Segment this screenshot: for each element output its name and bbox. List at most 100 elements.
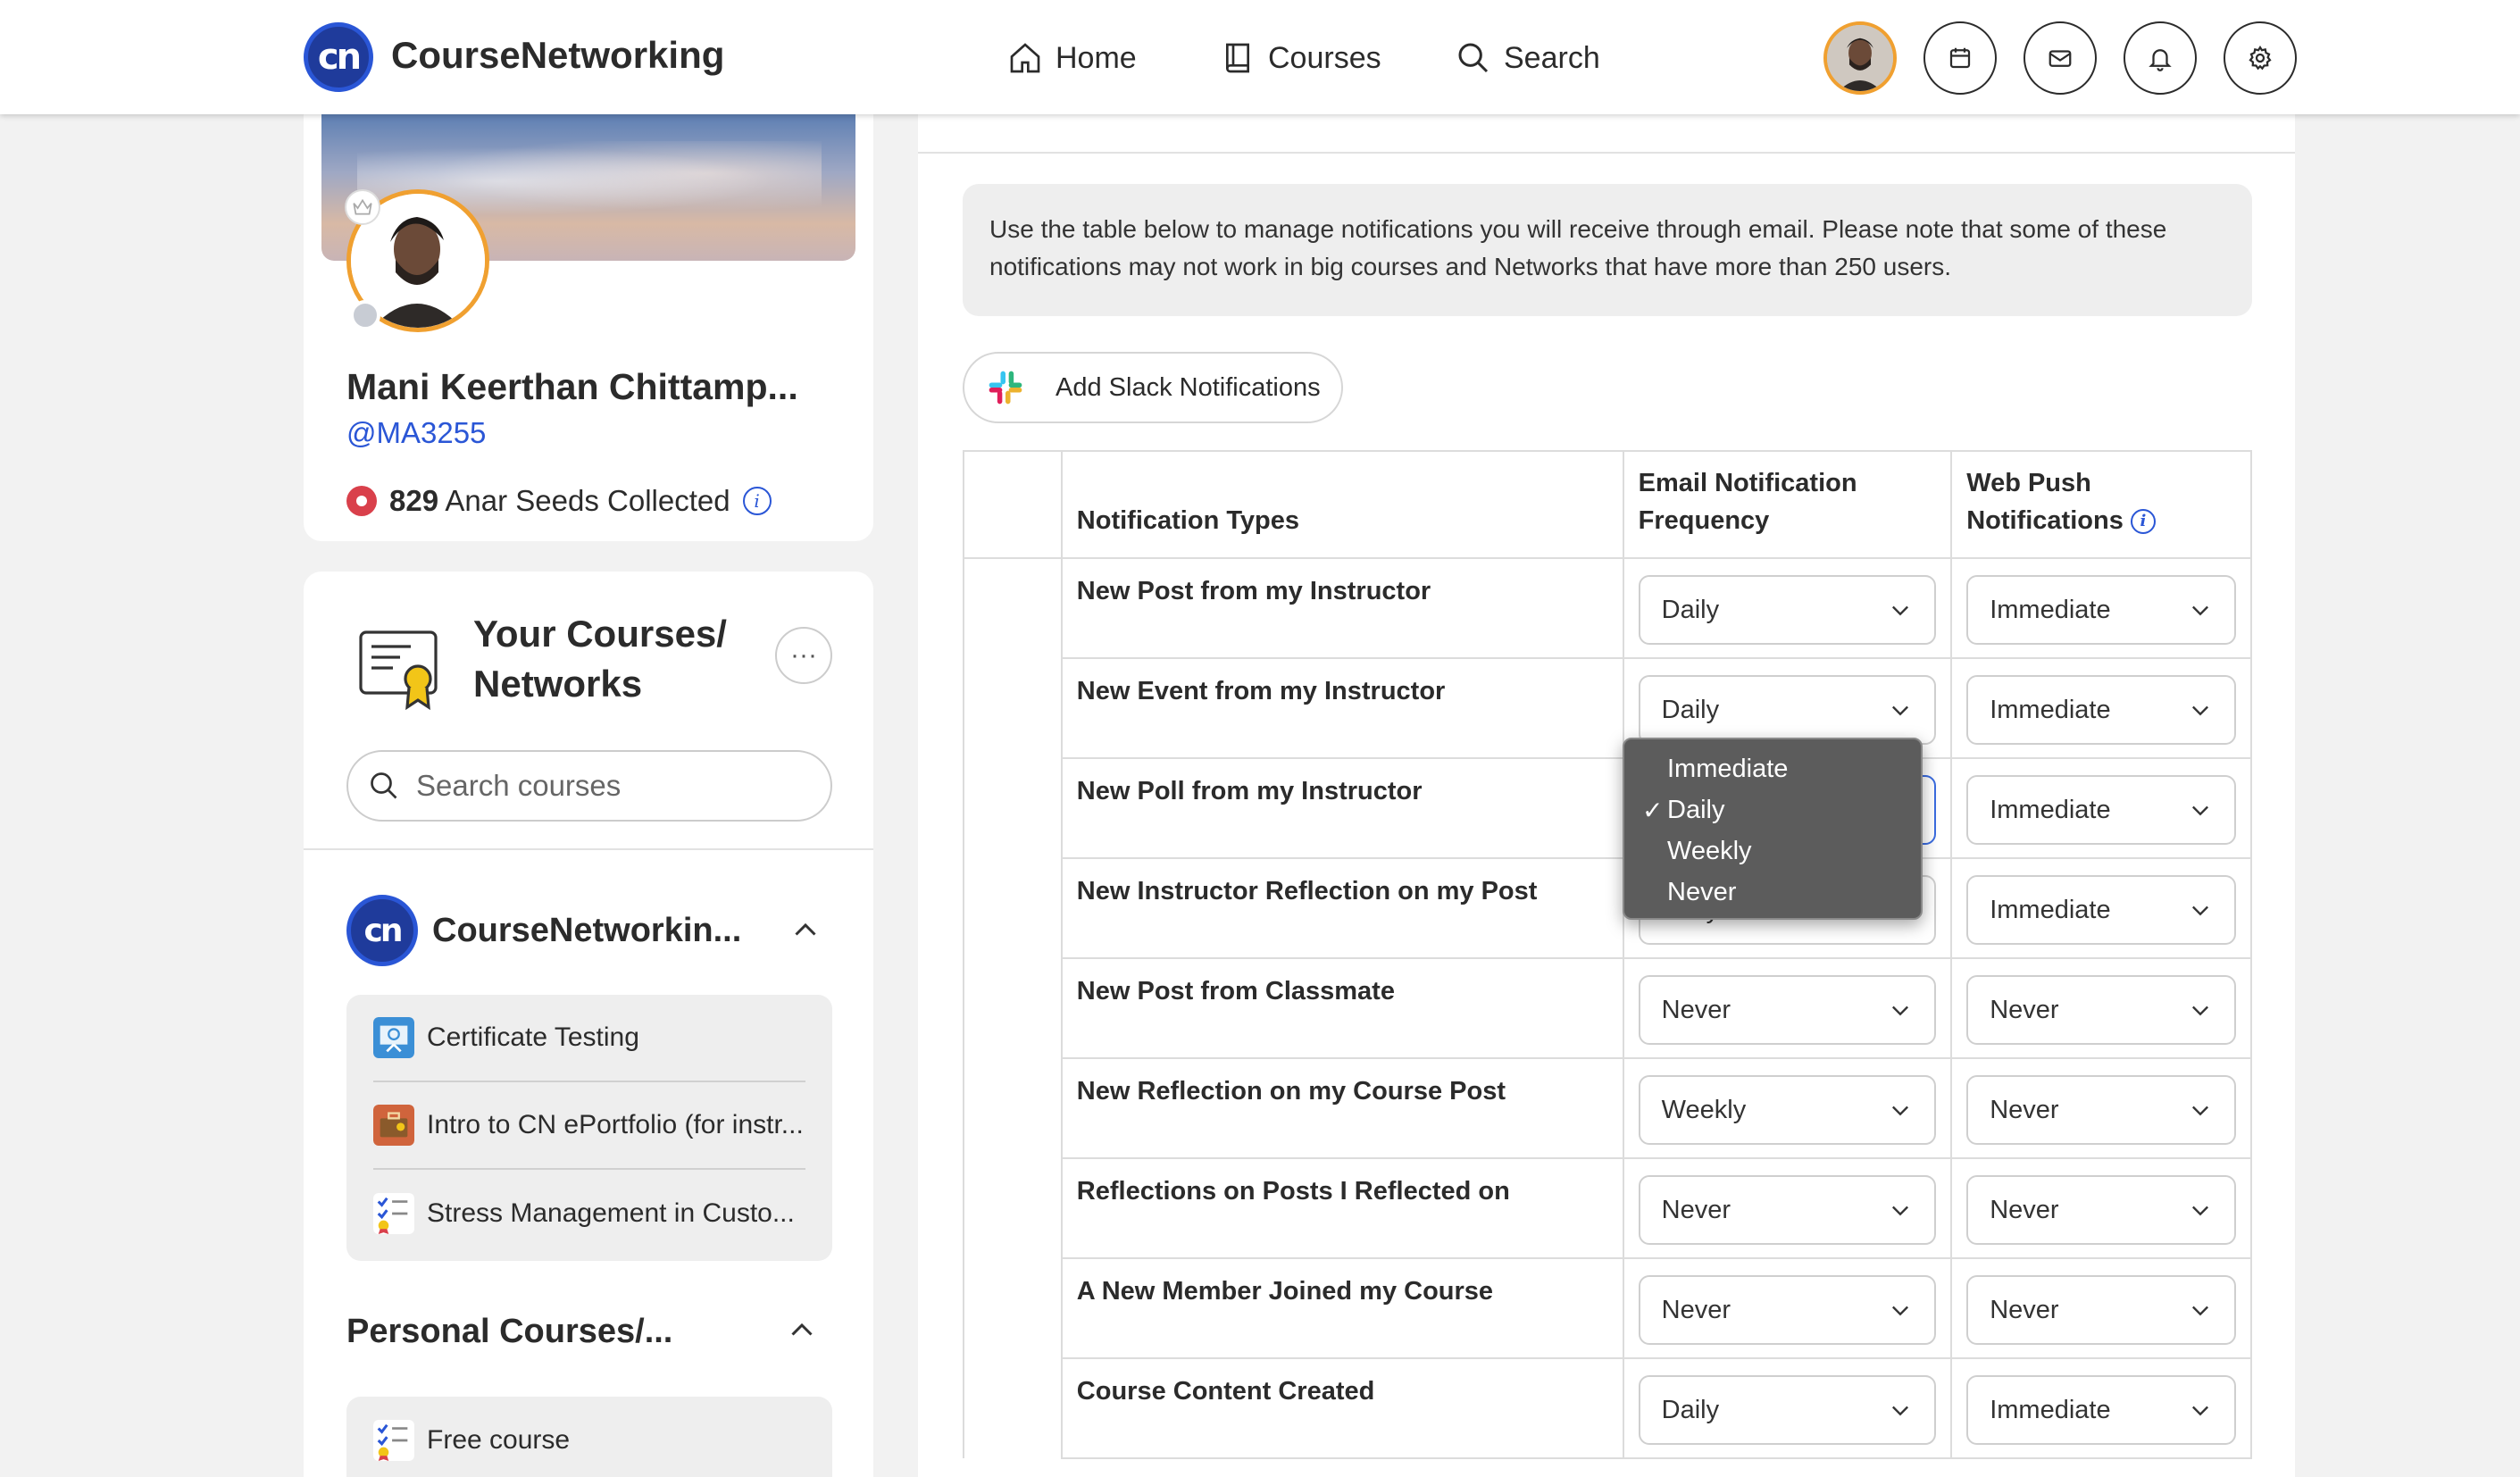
coursenetworking-logo[interactable]: cn [304,22,373,92]
nav-search-label: Search [1504,40,1600,75]
profile-name[interactable]: Mani Keerthan Chittamp... [346,366,798,408]
anar-seed-icon [346,486,377,516]
dropdown-option-never[interactable]: Never [1624,872,1921,913]
crown-badge-icon [345,189,380,225]
dropdown-option-daily[interactable]: ✓ Daily [1624,789,1921,830]
brand-name[interactable]: CourseNetworking [391,34,724,77]
header-blank [963,450,1063,559]
course-item[interactable]: Free course [373,1397,805,1477]
web-push-select[interactable]: Never [1966,1075,2236,1145]
notification-type: New Post from Classmate [1060,957,1624,1059]
notification-type: New Event from my Instructor [1060,657,1624,759]
gear-icon [2249,46,2272,71]
network-header[interactable]: cn CourseNetworkin... [346,895,832,966]
nav-home[interactable]: Home [1007,36,1137,80]
chevron-down-icon [2192,1206,2208,1216]
web-push-cell: Immediate [1950,857,2252,959]
table-row: Course Content Created Daily Immediate [963,1357,2252,1459]
web-push-select[interactable]: Never [1966,975,2236,1045]
email-frequency-select[interactable]: Weekly [1638,1075,1937,1145]
email-frequency-select[interactable]: Never [1638,975,1937,1045]
calendar-button[interactable] [1923,21,1997,95]
dropdown-option-label: Never [1667,877,1737,906]
calendar-icon [1949,47,1971,69]
dropdown-option-immediate[interactable]: Immediate [1624,748,1921,789]
user-avatar-button[interactable] [1823,21,1897,95]
chevron-down-icon [2192,1306,2208,1316]
personal-courses-title[interactable]: Personal Courses/... [346,1313,672,1351]
chevron-up-icon[interactable] [786,1314,818,1347]
course-item[interactable]: Stress Management in Custo... [373,1170,805,1257]
web-push-select[interactable]: Immediate [1966,875,2236,945]
seeds-count: 829 [389,484,439,517]
web-push-select[interactable]: Immediate [1966,675,2236,745]
course-item[interactable]: Certificate Testing [373,995,805,1082]
settings-button[interactable] [2224,21,2297,95]
email-frequency-select[interactable]: Daily [1638,575,1937,645]
online-status-dot [350,300,380,330]
chevron-down-icon [1892,1106,1909,1116]
top-navigation-bar: cn CourseNetworking Home Courses Search [0,0,2520,114]
home-icon [1010,43,1040,73]
web-push-select[interactable]: Never [1966,1275,2236,1345]
course-name: Certificate Testing [427,1022,639,1052]
add-slack-notifications-button[interactable]: Add Slack Notifications [963,352,1343,423]
row-blank-cell [963,1358,1063,1458]
search-courses-input[interactable]: Search courses [346,750,832,822]
web-push-select[interactable]: Immediate [1966,575,2236,645]
slack-button-label: Add Slack Notifications [1056,372,1321,402]
network-name[interactable]: CourseNetworkin... [432,912,741,950]
web-push-select[interactable]: Never [1966,1175,2236,1245]
web-push-cell: Immediate [1950,1357,2252,1459]
search-icon [371,772,397,799]
search-icon [1458,43,1489,73]
web-push-select[interactable]: Immediate [1966,1375,2236,1445]
notifications-button[interactable] [2124,21,2197,95]
table-row: New Post from my Instructor Daily Immediat… [963,557,2252,659]
notification-settings-panel: Use the table below to manage notificati… [918,114,2295,1477]
notification-type: A New Member Joined my Course [1060,1257,1624,1359]
course-list: Certificate Testing Intro to CN ePortfol… [346,995,832,1261]
notification-type: Course Content Created [1060,1357,1624,1459]
dropdown-option-weekly[interactable]: Weekly [1624,830,1921,872]
info-icon[interactable]: i [742,487,772,515]
notification-type: New Instructor Reflection on my Post [1060,857,1624,959]
header-email-frequency: Email Notification Frequency [1622,450,1953,559]
notification-type: New Poll from my Instructor [1060,757,1624,859]
more-options-button[interactable]: ··· [775,627,832,684]
course-item[interactable]: Intro to CN ePortfolio (for instr... [373,1082,805,1170]
email-frequency-dropdown-menu: Immediate ✓ Daily Weekly Never [1623,738,1923,920]
nav-courses[interactable]: Courses [1220,36,1381,80]
email-frequency-select[interactable]: Daily [1638,1375,1937,1445]
messages-button[interactable] [2024,21,2097,95]
email-frequency-cell: Daily [1622,1357,1953,1459]
table-row: New Instructor Reflection on my PostDail… [963,857,2252,959]
book-icon [1226,43,1249,73]
web-push-cell: Immediate [1950,757,2252,859]
info-icon[interactable]: i [2130,509,2156,535]
email-frequency-select[interactable]: Never [1638,1275,1937,1345]
header-web-push: Web Push Notifications i [1950,450,2252,559]
row-blank-cell [963,758,1063,858]
web-push-cell: Never [1950,1157,2252,1259]
divider [918,152,2295,154]
email-frequency-cell: Never [1622,957,1953,1059]
personal-course-list: Free course [346,1397,832,1477]
chevron-up-icon[interactable] [789,914,822,947]
row-blank-cell [963,958,1063,1058]
nav-search[interactable]: Search [1456,36,1600,80]
nav-home-label: Home [1056,40,1137,75]
email-frequency-cell: Never [1622,1257,1953,1359]
chevron-down-icon [2192,1406,2208,1416]
info-note: Use the table below to manage notificati… [963,184,2252,316]
email-frequency-select[interactable]: Never [1638,1175,1937,1245]
table-header-row: Notification Types Email Notification Fr… [963,450,2252,559]
email-frequency-cell: Daily [1622,557,1953,659]
web-push-select[interactable]: Immediate [1966,775,2236,845]
table-row: New Event from my Instructor Daily Immedia… [963,657,2252,759]
seeds-label: Anar Seeds Collected [445,484,730,517]
profile-handle[interactable]: @MA3255 [346,416,486,450]
email-frequency-select[interactable]: Daily [1638,675,1937,745]
table-row: New Reflection on my Course Post Weekly Ne… [963,1057,2252,1159]
course-checklist-icon [373,1193,414,1234]
